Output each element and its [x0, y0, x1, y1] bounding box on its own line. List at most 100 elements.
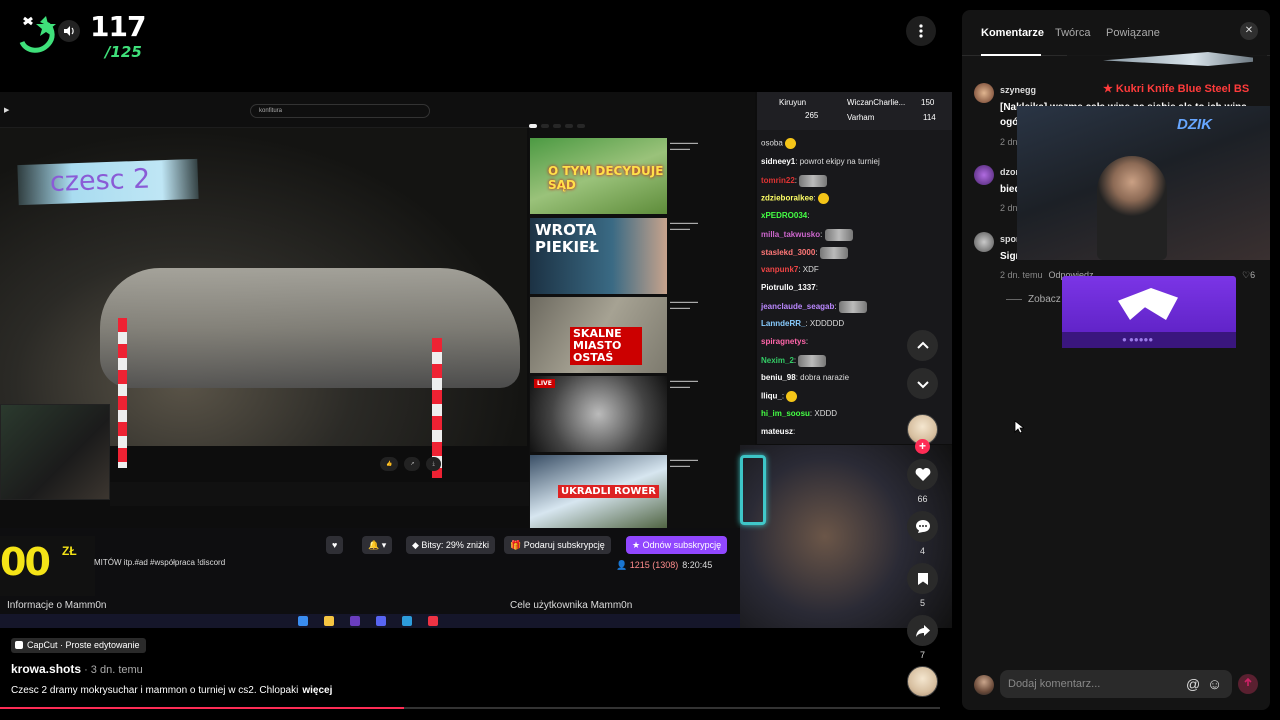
chip	[553, 124, 561, 128]
more-link[interactable]: więcej	[302, 685, 332, 696]
comments-panel: Komentarze Twórca Powiązane ✕ szynegg [N…	[962, 10, 1270, 710]
comment-text-cont: ogó	[1000, 117, 1019, 128]
combo-score: 117	[90, 10, 146, 43]
next-video-button[interactable]	[907, 368, 938, 399]
suggestion-caption: WROTA PIEKIEŁ	[535, 221, 599, 256]
chat-user: spiragnetys	[761, 337, 806, 346]
speaker-icon	[64, 26, 74, 36]
video-progress-bar[interactable]	[0, 707, 940, 709]
close-panel-button[interactable]: ✕	[1240, 22, 1258, 40]
follow-plus-icon[interactable]: +	[915, 439, 930, 454]
chat-line: zdzieboralkee:	[761, 193, 829, 204]
promo-amount: 00	[0, 540, 51, 584]
view-replies-link[interactable]: Zobacz	[1006, 294, 1061, 305]
emoji-icon	[817, 193, 829, 204]
uptime: 8:20:45	[682, 560, 713, 570]
chat-text: :	[793, 427, 796, 436]
chat-line: Nexim_2:	[761, 355, 827, 367]
emote-icon	[838, 301, 867, 313]
chat-user: beniu_98	[761, 373, 796, 382]
volume-button[interactable]	[58, 20, 80, 42]
chat-text: :	[813, 193, 816, 203]
tab-creator[interactable]: Twórca	[1055, 27, 1090, 39]
video-player[interactable]: ▶ konfitura czesc 2 👍 ↗ ⤓ O TYM DECYDUJE…	[0, 92, 952, 628]
about-channel: Informacje o Mamm0n	[7, 600, 107, 611]
chat-text: :	[781, 391, 785, 401]
chat-line: staslekd_3000:	[761, 247, 848, 259]
chat-text: :	[820, 230, 823, 240]
chat-line: mateusz:	[761, 427, 795, 436]
chat-user: zdzieboralkee	[761, 193, 814, 203]
chili-logo-icon	[19, 16, 56, 53]
car-shape	[100, 268, 520, 388]
comment-avatar[interactable]	[974, 83, 994, 103]
emoji-icon	[786, 391, 798, 402]
previous-video-button[interactable]	[907, 330, 938, 361]
viewer-count: 👤 1215 (1308) 8:20:45	[616, 560, 713, 570]
comments-button[interactable]	[907, 511, 938, 542]
discord-icon	[376, 616, 386, 626]
chip	[541, 124, 549, 128]
heart-icon	[915, 468, 930, 481]
comment-username[interactable]: szynegg	[1000, 85, 1036, 95]
chat-user: jeanclaude_seagab	[761, 302, 835, 312]
alert-bar-dots: ● ●●●●●	[1122, 335, 1154, 344]
heart-follow-button: ♥	[326, 536, 344, 554]
emote-icon	[819, 247, 848, 259]
comment-avatar[interactable]	[974, 232, 994, 252]
share-arrow-icon	[915, 624, 930, 637]
comment-avatar[interactable]	[974, 165, 994, 185]
suggestion-thumb: UKRADLI ROWER	[530, 455, 667, 531]
capcut-icon	[15, 641, 23, 649]
stream-description: MITÓW itp.#ad #współpraca !discord	[94, 558, 226, 567]
suggestion-meta: ▬▬▬▬▬▬▬ ▬▬▬▬▬	[670, 220, 698, 231]
chat-text: :	[815, 248, 818, 258]
embedded-actions: 👍 ↗ ⤓	[380, 457, 441, 471]
share-button[interactable]	[907, 615, 938, 646]
chat-user: Piotrullo_1337	[761, 283, 816, 292]
gift-label: Podaruj subskrypcję	[523, 540, 605, 550]
mouse-cursor-icon	[1014, 420, 1024, 434]
tab-comments[interactable]: Komentarze	[981, 27, 1044, 39]
bookmark-icon	[917, 572, 928, 585]
capcut-badge[interactable]: CapCut · Proste edytowanie	[11, 638, 146, 653]
suggestion-meta: ▬▬▬▬▬▬▬ ▬▬▬▬▬	[670, 378, 698, 389]
embedded-chips	[529, 124, 585, 128]
chip	[565, 124, 573, 128]
comment-like-count: 6	[1250, 270, 1256, 280]
bell-button: 🔔 ▾	[362, 536, 393, 554]
viewers-value: 1215 (1308)	[629, 560, 679, 570]
save-button[interactable]	[907, 563, 938, 594]
post-description: Czesc 2 dramy mokrysuchar i mammon o tur…	[11, 685, 332, 696]
clip-title-text: czesc 2	[49, 163, 151, 199]
author-name[interactable]: krowa.shots	[11, 662, 81, 676]
embedded-save: ⤓	[426, 457, 441, 471]
mention-icon[interactable]: @	[1186, 676, 1200, 692]
app-root: 117 /125 ▶ konfitura czesc 2 👍 ↗ ⤓ O TYM…	[0, 0, 1280, 720]
description-text: Czesc 2 dramy mokrysuchar i mammon o tur…	[11, 685, 299, 696]
app-icon	[428, 616, 438, 626]
share-count: 7	[919, 650, 925, 660]
suggestion-thumb: SKALNE MIASTO OSTAŚ	[530, 297, 667, 373]
leader-name: Kiruyun	[779, 98, 807, 107]
chat-line: xPEDRO034:	[761, 211, 809, 220]
promo-banner: 00 ZŁ	[0, 536, 95, 596]
chip	[577, 124, 585, 128]
send-comment-button[interactable]	[1238, 674, 1258, 694]
more-options-button[interactable]	[906, 16, 936, 46]
comment-time: 2 dn. temu	[1000, 270, 1043, 280]
emoji-picker-icon[interactable]: ☺	[1207, 676, 1222, 693]
channel-goals: Cele użytkownika Mamm0n	[510, 600, 633, 611]
suggestion-caption: LIVE	[534, 379, 555, 388]
chip	[529, 124, 537, 128]
comment-like-button[interactable]: ♡6	[1242, 270, 1255, 281]
chat-user: sidneey1	[761, 157, 796, 166]
embedded-taskbar	[0, 614, 740, 628]
comment-input-row: @ ☺	[962, 670, 1270, 700]
post-time: · 3 dn. temu	[81, 664, 143, 676]
tab-related[interactable]: Powiązane	[1106, 27, 1160, 39]
chat-text: :	[807, 211, 810, 220]
video-area: 117 /125 ▶ konfitura czesc 2 👍 ↗ ⤓ O TYM…	[0, 0, 955, 720]
like-button[interactable]	[907, 459, 938, 490]
sound-avatar[interactable]	[907, 666, 938, 697]
